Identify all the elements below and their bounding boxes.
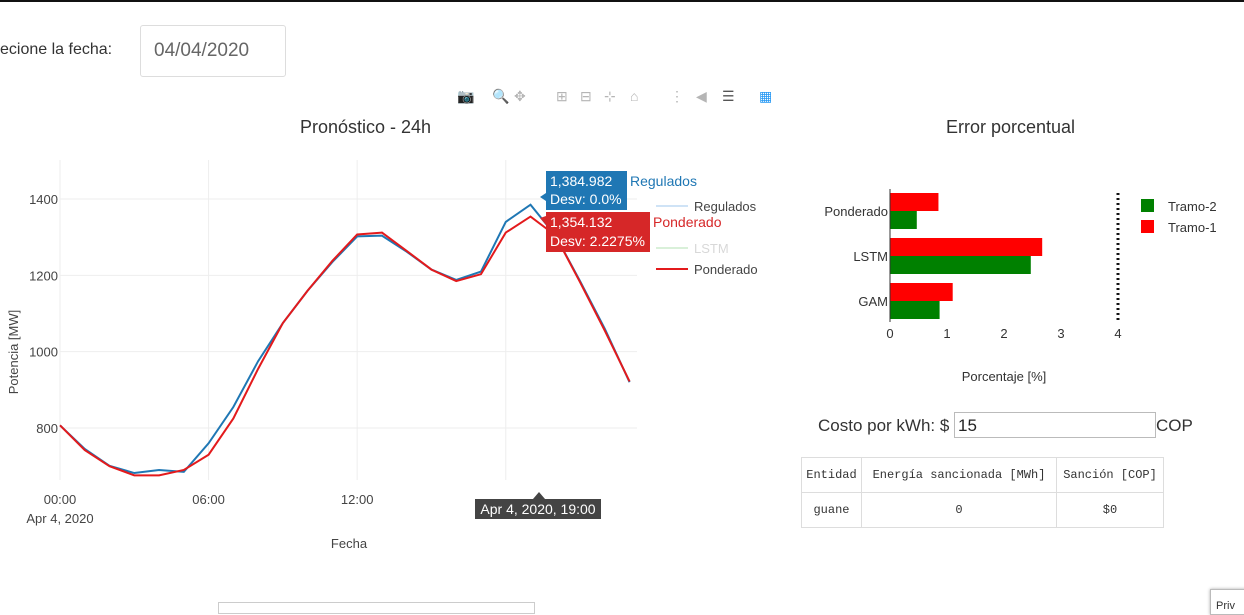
hover-ponderado-name: Ponderado <box>653 214 722 230</box>
table-header-row: Entidad Energía sancionada [MWh] Sanción… <box>801 457 1164 493</box>
series-line-ponderado <box>59 215 631 477</box>
legend-regulados[interactable]: Regulados <box>694 199 757 214</box>
table-row: guane 0 $0 <box>801 492 1164 528</box>
bottom-input[interactable] <box>218 602 535 614</box>
bar-tramo2-ponderado <box>890 211 917 229</box>
hover-regulados: 1,384.982 Desv: 0.0% Regulados <box>540 171 697 210</box>
sanction-table: Entidad Energía sancionada [MWh] Sanción… <box>801 457 1164 528</box>
legend-tramo1[interactable]: Tramo-1 <box>1168 220 1217 235</box>
bar-tramo1-gam <box>890 283 953 301</box>
cost-label: Costo por kWh: $ <box>818 416 950 435</box>
hover-x-label: Apr 4, 2020, 19:00 <box>475 492 601 519</box>
legend-tramo2-swatch <box>1141 199 1154 212</box>
y-tick-label: 1200 <box>29 268 58 283</box>
legend-lstm[interactable]: LSTM <box>694 241 729 256</box>
bar-tramo1-lstm <box>890 238 1043 256</box>
hover-regulados-desv: Desv: 0.0% <box>550 191 622 207</box>
table-cell-energia: 0 <box>861 492 1057 528</box>
y-tick-label: 1400 <box>29 192 58 207</box>
cost-unit: COP <box>1156 416 1193 435</box>
category-label: Ponderado <box>824 204 888 219</box>
table-cell-entidad: guane <box>801 492 862 528</box>
corner-badge[interactable]: Priv <box>1210 589 1244 615</box>
forecast-x-axis-title: Fecha <box>331 536 368 551</box>
bar-tramo1-ponderado <box>890 193 939 211</box>
table-header-sancion: Sanción [COP] <box>1056 457 1164 493</box>
x-tick-sublabel: Apr 4, 2020 <box>26 511 93 526</box>
legend-ponderado[interactable]: Ponderado <box>694 262 758 277</box>
hover-x-label-text: Apr 4, 2020, 19:00 <box>480 501 595 517</box>
error-chart[interactable]: Ponderado LSTM GAM 0 1 2 3 4 Porcentaje [%] Tra… <box>800 0 1240 400</box>
category-label: LSTM <box>853 249 888 264</box>
hover-regulados-name: Regulados <box>630 173 697 189</box>
legend-tramo2[interactable]: Tramo-2 <box>1168 199 1217 214</box>
x-tick-label: 00:00 <box>44 492 77 507</box>
table-header-energia: Energía sancionada [MWh] <box>861 457 1057 493</box>
series-line-regulados <box>59 203 631 475</box>
x-tick-label: 12:00 <box>341 492 374 507</box>
error-x-tick-label: 3 <box>1057 326 1064 341</box>
bar-tramo2-gam <box>890 301 940 319</box>
y-tick-label: 800 <box>36 421 58 436</box>
bar-tramo2-lstm <box>890 256 1031 274</box>
error-x-tick-label: 1 <box>943 326 950 341</box>
forecast-legend[interactable]: Regulados LSTM Ponderado <box>656 199 758 277</box>
table-cell-sancion: $0 <box>1056 492 1164 528</box>
table-header-entidad: Entidad <box>801 457 862 493</box>
forecast-chart[interactable]: 800 1000 1200 1400 00:00 06:00 12:00 Apr 4, 202… <box>0 0 800 560</box>
error-x-tick-label: 4 <box>1114 326 1121 341</box>
error-x-tick-label: 2 <box>1000 326 1007 341</box>
forecast-ticks: 800 1000 1200 1400 00:00 06:00 12:00 Apr 4, 202… <box>26 192 373 526</box>
category-label: GAM <box>858 294 888 309</box>
x-tick-label: 06:00 <box>192 492 225 507</box>
hover-ponderado-desv: Desv: 2.2275% <box>550 233 645 249</box>
forecast-lines <box>59 203 631 477</box>
y-tick-label: 1000 <box>29 345 58 360</box>
hover-ponderado-value: 1,354.132 <box>550 214 612 230</box>
forecast-y-axis-title: Potencia [MW] <box>6 310 21 395</box>
legend-tramo1-swatch <box>1141 220 1154 233</box>
error-bars <box>890 193 1043 319</box>
cost-input[interactable]: 15 <box>954 412 1156 438</box>
error-x-tick-label: 0 <box>886 326 893 341</box>
error-x-axis-title: Porcentaje [%] <box>962 369 1047 384</box>
error-legend[interactable]: Tramo-2 Tramo-1 <box>1141 199 1217 235</box>
hover-regulados-value: 1,384.982 <box>550 173 612 189</box>
